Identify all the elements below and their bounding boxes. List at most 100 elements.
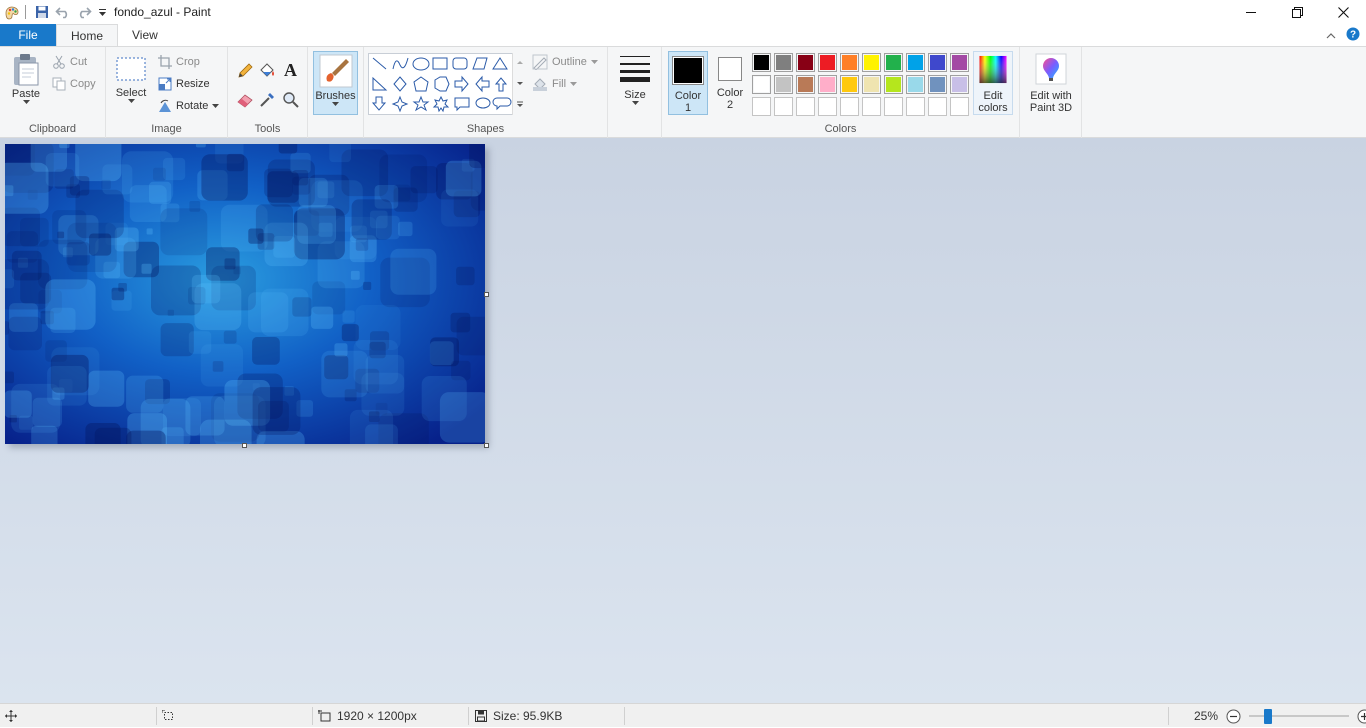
tab-view[interactable]: View — [118, 24, 172, 46]
color1-button[interactable]: Color 1 — [668, 51, 708, 115]
palette-swatch[interactable] — [884, 53, 903, 72]
minimize-button[interactable] — [1228, 0, 1274, 24]
brushes-button[interactable]: Brushes — [313, 51, 358, 115]
zoom-slider[interactable] — [1249, 708, 1349, 724]
outline-button[interactable]: Outline — [532, 52, 598, 72]
palette-swatch[interactable] — [906, 53, 925, 72]
select-rectangle-icon — [116, 57, 146, 81]
custom-color-slot[interactable] — [884, 97, 903, 116]
palette-swatch[interactable] — [950, 53, 969, 72]
paint-app-icon[interactable] — [2, 2, 22, 22]
pencil-tool[interactable] — [236, 62, 254, 80]
close-button[interactable] — [1320, 0, 1366, 24]
paste-label: Paste — [11, 88, 41, 100]
palette-swatch[interactable] — [752, 53, 771, 72]
palette-swatch[interactable] — [840, 75, 859, 94]
size-label: Size — [624, 89, 646, 101]
size-button[interactable]: Size — [616, 53, 654, 106]
resize-button[interactable]: Resize — [158, 74, 210, 94]
shapes-scrollbar[interactable] — [512, 53, 526, 115]
palette-swatch[interactable] — [862, 53, 881, 72]
customize-toolbar-icon[interactable] — [95, 2, 109, 22]
edit-colors-button[interactable]: Edit colors — [973, 51, 1013, 115]
fill-tool[interactable] — [258, 62, 276, 80]
eraser-tool[interactable] — [236, 91, 254, 109]
custom-color-slot[interactable] — [818, 97, 837, 116]
decorative-square — [310, 306, 334, 329]
palette-swatch[interactable] — [774, 53, 793, 72]
palette-swatch[interactable] — [796, 53, 815, 72]
paint3d-label-line1: Edit with — [1030, 90, 1072, 102]
rotate-button[interactable]: Rotate — [158, 96, 220, 116]
redo-icon[interactable] — [74, 2, 94, 22]
palette-swatch[interactable] — [950, 75, 969, 94]
palette-swatch[interactable] — [818, 75, 837, 94]
resize-handle-corner[interactable] — [484, 443, 489, 448]
custom-color-slot[interactable] — [840, 97, 859, 116]
crop-button[interactable]: Crop — [158, 52, 200, 72]
zoom-out-icon[interactable] — [1226, 709, 1241, 724]
canvas-workspace[interactable] — [0, 138, 1366, 703]
pencil-icon — [238, 63, 253, 78]
image-group-label: Image — [151, 123, 182, 135]
eraser-icon — [237, 94, 253, 108]
custom-color-slot[interactable] — [906, 97, 925, 116]
decorative-square — [456, 266, 475, 286]
tab-home[interactable]: Home — [56, 24, 119, 47]
copy-button[interactable]: Copy — [52, 74, 96, 94]
resize-handle-bottom[interactable] — [242, 443, 247, 448]
magnifier-tool[interactable] — [282, 91, 300, 109]
color1-label-a: Color — [674, 90, 702, 102]
palette-swatch[interactable] — [884, 75, 903, 94]
color-picker-tool[interactable] — [258, 91, 276, 109]
custom-color-slot[interactable] — [928, 97, 947, 116]
cut-button[interactable]: Cut — [52, 52, 87, 72]
undo-icon[interactable] — [53, 2, 73, 22]
colors-group-label: Colors — [824, 123, 857, 135]
tab-file[interactable]: File — [0, 24, 56, 46]
decorative-square — [469, 144, 485, 169]
resize-handle-right[interactable] — [484, 292, 489, 297]
paste-button[interactable]: Paste — [6, 53, 46, 105]
tools-group: A Tools — [228, 47, 308, 138]
palette-swatch[interactable] — [862, 75, 881, 94]
eyedropper-icon — [260, 93, 274, 107]
palette-swatch[interactable] — [840, 53, 859, 72]
decorative-square — [365, 354, 405, 394]
select-button[interactable]: Select — [114, 55, 148, 104]
palette-swatch[interactable] — [818, 53, 837, 72]
custom-color-slot[interactable] — [774, 97, 793, 116]
custom-color-slot[interactable] — [862, 97, 881, 116]
help-icon[interactable]: ? — [1346, 27, 1360, 44]
custom-color-slot[interactable] — [796, 97, 815, 116]
custom-color-slot[interactable] — [752, 97, 771, 116]
ribbon-tab-extras: ? — [1326, 27, 1360, 44]
palette-swatch[interactable] — [752, 75, 771, 94]
edit-with-paint3d-button[interactable]: Edit with Paint 3D — [1024, 53, 1078, 114]
palette-swatch[interactable] — [928, 75, 947, 94]
palette-swatch[interactable] — [928, 53, 947, 72]
color2-button[interactable]: Color 2 — [710, 57, 750, 111]
chevron-down-icon — [332, 102, 339, 106]
palette-swatch[interactable] — [906, 75, 925, 94]
custom-color-slot[interactable] — [950, 97, 969, 116]
chevron-down-icon — [127, 99, 135, 103]
text-tool[interactable]: A — [282, 60, 300, 80]
shapes-group-label: Shapes — [466, 123, 505, 135]
decorative-square — [376, 215, 400, 240]
title-bar: fondo_azul - Paint — [0, 0, 1366, 24]
decorative-square — [160, 208, 208, 256]
tools-group-label: Tools — [254, 123, 281, 135]
palette-swatch[interactable] — [774, 75, 793, 94]
save-icon[interactable] — [32, 2, 52, 22]
restore-button[interactable] — [1274, 0, 1320, 24]
disk-icon — [475, 710, 487, 722]
collapse-ribbon-icon[interactable] — [1326, 29, 1336, 43]
palette-swatch[interactable] — [796, 75, 815, 94]
image-canvas[interactable] — [5, 144, 485, 444]
decorative-square — [146, 228, 153, 235]
zoom-in-icon[interactable] — [1357, 709, 1366, 724]
decorative-square — [342, 310, 355, 323]
zoom-slider-thumb[interactable] — [1264, 709, 1272, 724]
fill-button[interactable]: Fill — [532, 74, 578, 94]
